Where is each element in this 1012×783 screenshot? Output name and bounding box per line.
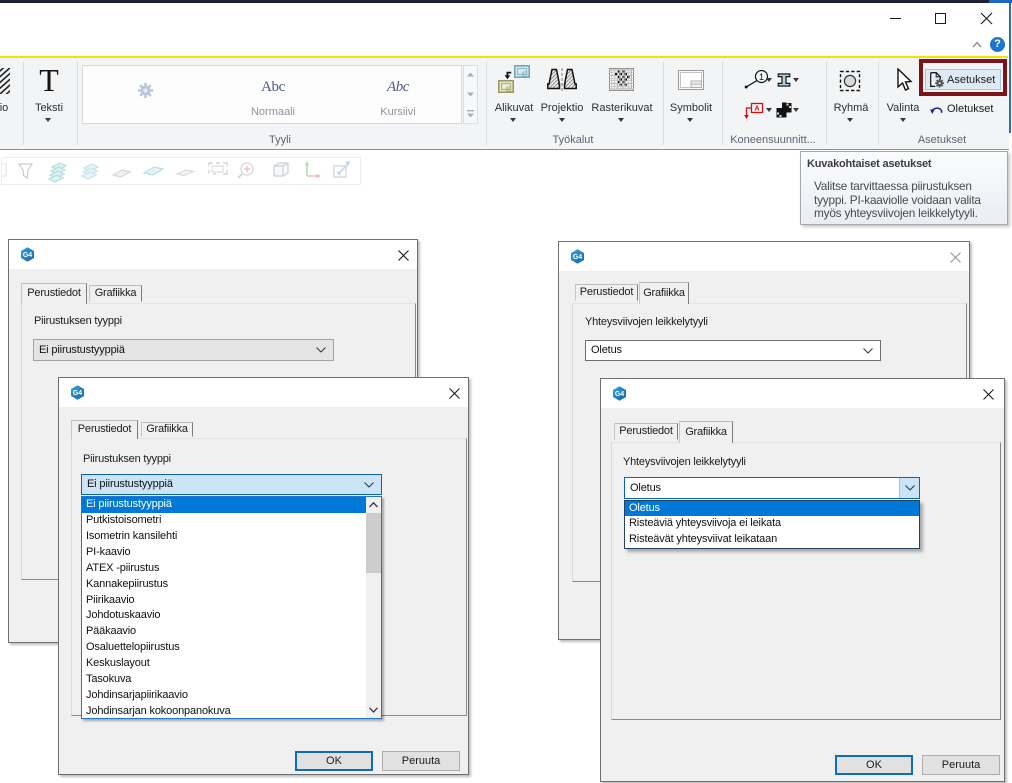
svg-text:A: A bbox=[754, 106, 759, 113]
svg-text:G4: G4 bbox=[615, 391, 624, 398]
svg-text:G4: G4 bbox=[73, 390, 82, 397]
svg-text:G4: G4 bbox=[23, 252, 32, 259]
svg-text:G4: G4 bbox=[573, 254, 582, 261]
svg-text:1: 1 bbox=[759, 72, 764, 82]
